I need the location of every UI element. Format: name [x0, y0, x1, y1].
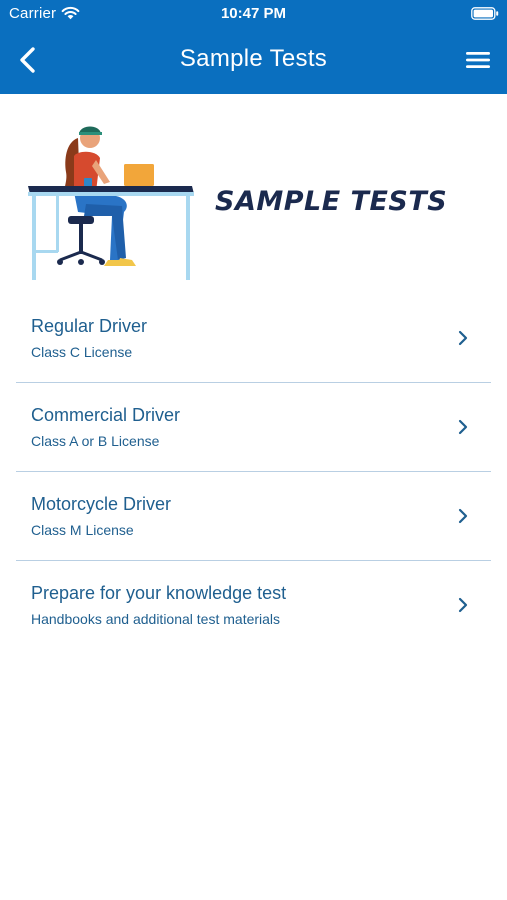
list-item-subtitle: Class C License [31, 344, 133, 360]
top-bar: Carrier 10:47 PM Sample Tests [0, 0, 507, 94]
chevron-right-icon [458, 597, 468, 613]
list-item-commercial-driver[interactable]: Commercial Driver Class A or B License [16, 383, 491, 472]
list-item-title: Commercial Driver [31, 405, 181, 425]
navigation-bar: Sample Tests [0, 28, 507, 94]
list-item-subtitle: Class M License [31, 522, 134, 538]
list-item-title: Regular Driver [31, 316, 148, 336]
list-item-title: Motorcycle Driver [31, 494, 172, 514]
chevron-right-icon [458, 330, 468, 346]
chevron-right-icon [458, 419, 468, 435]
battery-icon [471, 7, 499, 20]
chevron-right-icon [458, 508, 468, 524]
hero-banner: SAMPLE TESTS [0, 94, 507, 290]
list-item-subtitle: Handbooks and additional test materials [31, 611, 281, 627]
list-item-title: Prepare for your knowledge test [31, 583, 287, 603]
hero-heading: SAMPLE TESTS [215, 186, 448, 217]
menu-button[interactable] [459, 42, 497, 78]
list-item-subtitle: Class A or B License [31, 433, 160, 449]
page-title: Sample Tests [179, 45, 328, 72]
status-bar: Carrier 10:47 PM [0, 0, 507, 28]
list-item-knowledge-test[interactable]: Prepare for your knowledge test Handbook… [16, 561, 491, 649]
list-item-motorcycle-driver[interactable]: Motorcycle Driver Class M License [16, 472, 491, 561]
woman-at-desk-illustration [28, 126, 194, 280]
test-list: Regular Driver Class C License Commercia… [0, 294, 507, 649]
list-item-regular-driver[interactable]: Regular Driver Class C License [16, 294, 491, 383]
hamburger-menu-icon [466, 52, 490, 68]
status-time: 10:47 PM [220, 5, 287, 22]
